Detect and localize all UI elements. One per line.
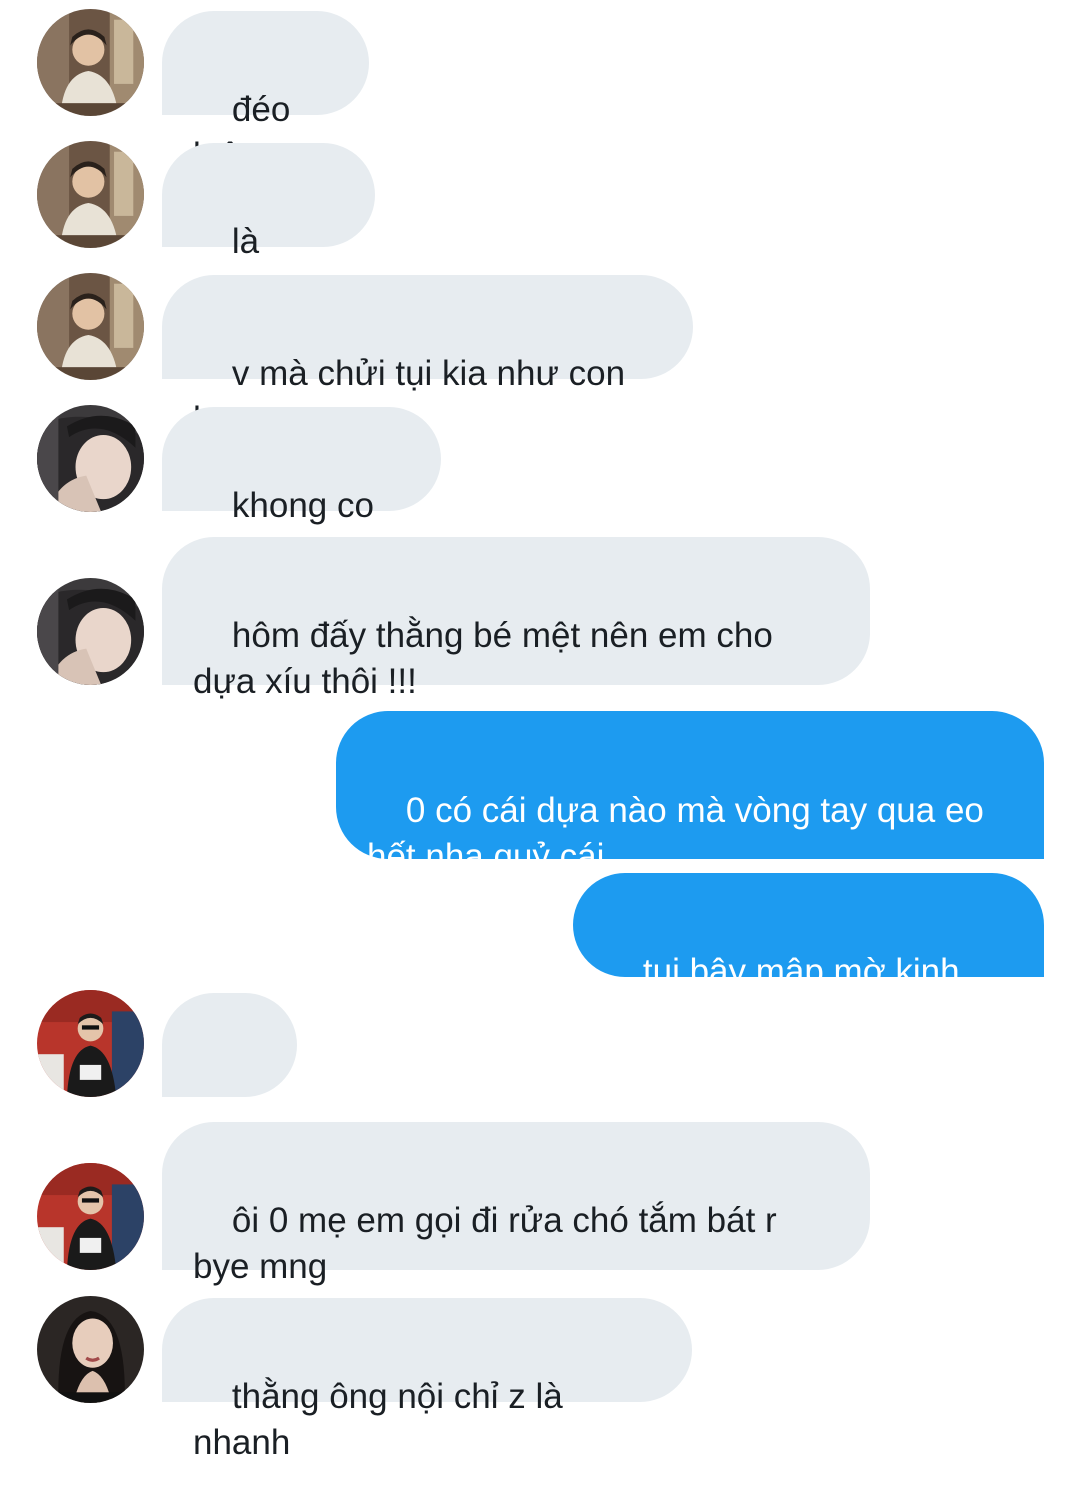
- avatar-user-a-icon: [37, 273, 144, 380]
- outgoing-message-bubble[interactable]: 0 có cái dựa nào mà vòng tay qua eo hết …: [336, 711, 1044, 876]
- outgoing-message-bubble[interactable]: tụi bây mập mờ kinh đếy: [573, 873, 1044, 1037]
- avatar-user-c-icon: [37, 990, 144, 1097]
- message-text: thằng ông nội chỉ z là nhanh: [193, 1377, 573, 1462]
- avatar[interactable]: [37, 141, 144, 248]
- incoming-message-bubble[interactable]: ôi 0 mẹ em gọi đi rửa chó tắm bát r bye …: [162, 1122, 870, 1286]
- avatar-user-a-icon: [37, 9, 144, 116]
- avatar-user-a-icon: [37, 141, 144, 248]
- incoming-message-bubble[interactable]: là nnao v: [162, 143, 375, 307]
- incoming-message-bubble[interactable]: v mà chửi tụi kia như con ha: [162, 275, 693, 439]
- avatar-user-b-icon: [37, 578, 144, 685]
- message-text: 0 có cái dựa nào mà vòng tay qua eo hết …: [367, 791, 984, 876]
- incoming-message-bubble[interactable]: ..: [162, 993, 297, 1247]
- avatar-user-c-icon: [37, 1163, 144, 1270]
- incoming-message-bubble[interactable]: hôm đấy thằng bé mệt nên em cho dựa xíu …: [162, 537, 870, 701]
- incoming-message-bubble[interactable]: đéo luôn: [162, 11, 369, 175]
- avatar[interactable]: [37, 1163, 144, 1270]
- incoming-message-bubble[interactable]: khong co ma: [162, 407, 441, 571]
- avatar[interactable]: [37, 990, 144, 1097]
- message-text: hôm đấy thằng bé mệt nên em cho dựa xíu …: [193, 616, 773, 701]
- incoming-message-bubble[interactable]: thằng ông nội chỉ z là nhanh: [162, 1298, 692, 1462]
- avatar-user-d-icon: [37, 1296, 144, 1403]
- avatar[interactable]: [37, 9, 144, 116]
- avatar[interactable]: [37, 1296, 144, 1403]
- message-text: ôi 0 mẹ em gọi đi rửa chó tắm bát r bye …: [193, 1201, 777, 1286]
- message-text: tụi bây mập mờ kinh đếy: [604, 952, 970, 1037]
- avatar[interactable]: [37, 273, 144, 380]
- avatar[interactable]: [37, 578, 144, 685]
- avatar[interactable]: [37, 405, 144, 512]
- avatar-user-b-icon: [37, 405, 144, 512]
